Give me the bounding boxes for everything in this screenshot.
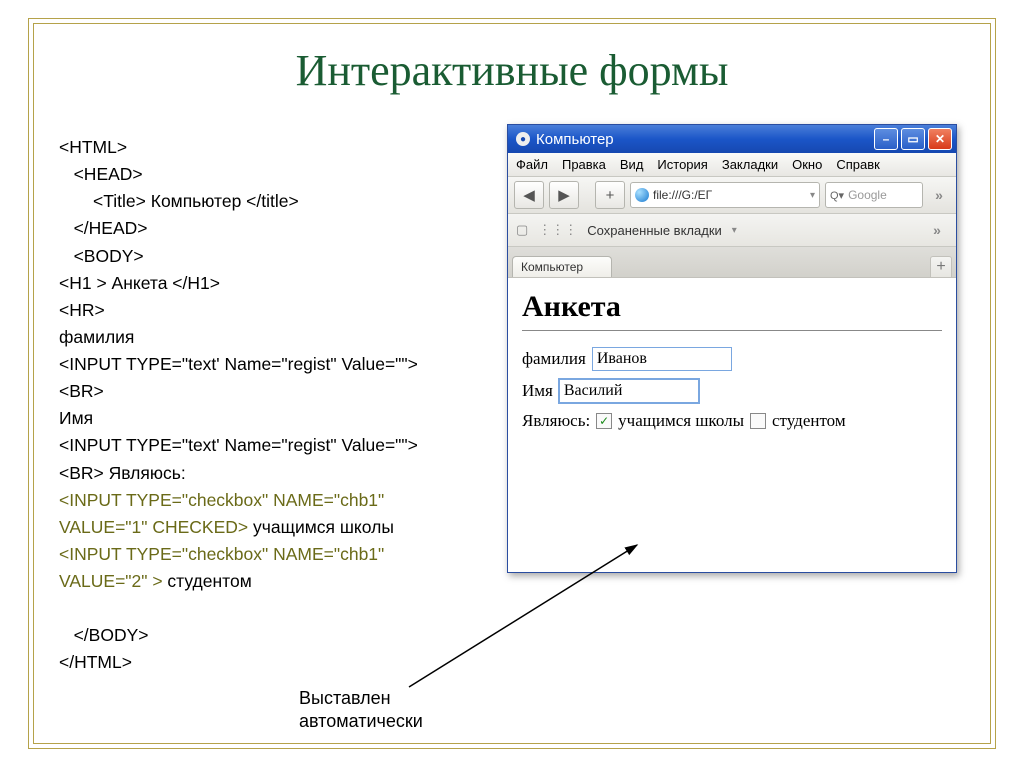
saved-tabs-dropdown-icon[interactable]: ▾: [732, 225, 737, 236]
code-line: <BR>: [59, 381, 104, 401]
code-line: <Title> Компьютер </title>: [59, 191, 299, 211]
grid-icon[interactable]: ⋮⋮⋮: [538, 222, 577, 238]
checkbox-school-label: учащимся школы: [618, 411, 744, 431]
code-line: <BR> Являюсь:: [59, 463, 186, 483]
code-line: Имя: [59, 408, 93, 428]
checkbox-student-label: студентом: [772, 411, 846, 431]
menu-edit[interactable]: Правка: [562, 157, 606, 172]
maximize-button[interactable]: ▭: [901, 128, 925, 150]
menu-bar: Файл Правка Вид История Закладки Окно Сп…: [508, 153, 956, 177]
page-divider: [522, 330, 942, 331]
nav-toolbar: ◀ ▶ + file:///G:/ЕГ ▾ Q▾ Google »: [508, 177, 956, 214]
book-icon[interactable]: ▢: [516, 222, 528, 238]
window-favicon: ●: [516, 132, 530, 146]
code-line-olive: VALUE="1" CHECKED>: [59, 517, 248, 537]
code-line: <H1 > Анкета </H1>: [59, 273, 220, 293]
code-line-olive: VALUE="2" >: [59, 571, 163, 591]
slide-frame: Интерактивные формы <HTML> <HEAD> <Title…: [28, 18, 996, 749]
annotation-line: Выставлен: [299, 688, 391, 708]
browser-window: ● Компьютер – ▭ ✕ Файл Правка Вид Истори…: [507, 124, 957, 573]
menu-file[interactable]: Файл: [516, 157, 548, 172]
iam-label: Являюсь:: [522, 411, 590, 431]
page-heading: Анкета: [522, 290, 942, 324]
new-tab-button[interactable]: +: [930, 256, 952, 277]
code-line: </HTML>: [59, 652, 132, 672]
code-line: </HEAD>: [59, 218, 148, 238]
tab-bar: Компьютер +: [508, 247, 956, 278]
code-line: </BODY>: [59, 625, 148, 645]
name-label: Имя: [522, 381, 553, 401]
code-line: <BODY>: [59, 246, 144, 266]
overflow-button-2[interactable]: »: [926, 218, 948, 242]
bookmarks-bar: ▢ ⋮⋮⋮ Сохраненные вкладки ▾ »: [508, 214, 956, 247]
search-box[interactable]: Q▾ Google: [825, 182, 923, 208]
code-line: <INPUT TYPE="text' Name="regist" Value="…: [59, 354, 418, 374]
code-line: <INPUT TYPE="text' Name="regist" Value="…: [59, 435, 418, 455]
annotation-text: Выставлен автоматически: [299, 687, 423, 732]
page-content: Анкета фамилия Имя Являюсь: ✓ учащимся ш…: [508, 278, 956, 572]
add-button[interactable]: +: [595, 181, 625, 209]
url-text: file:///G:/ЕГ: [653, 188, 712, 202]
window-title: Компьютер: [536, 131, 874, 148]
dropdown-icon[interactable]: ▾: [810, 190, 815, 201]
annotation-line: автоматически: [299, 711, 423, 731]
menu-view[interactable]: Вид: [620, 157, 644, 172]
minimize-button[interactable]: –: [874, 128, 898, 150]
close-button[interactable]: ✕: [928, 128, 952, 150]
name-row: Имя: [522, 379, 942, 403]
tab-active[interactable]: Компьютер: [512, 256, 612, 277]
name-input[interactable]: [559, 379, 699, 403]
checkbox-row: Являюсь: ✓ учащимся школы студентом: [522, 411, 942, 431]
code-line: фамилия: [59, 327, 134, 347]
search-icon: Q▾: [830, 189, 844, 202]
search-placeholder: Google: [848, 188, 887, 202]
forward-button[interactable]: ▶: [549, 181, 579, 209]
menu-history[interactable]: История: [657, 157, 707, 172]
checkbox-student[interactable]: [750, 413, 766, 429]
menu-bookmarks[interactable]: Закладки: [722, 157, 778, 172]
content-row: <HTML> <HEAD> <Title> Компьютер </title>…: [59, 124, 965, 677]
surname-input[interactable]: [592, 347, 732, 371]
surname-label: фамилия: [522, 349, 586, 369]
code-line: <HEAD>: [59, 164, 143, 184]
checkbox-school[interactable]: ✓: [596, 413, 612, 429]
code-line: студентом: [163, 571, 252, 591]
code-line-olive: <INPUT TYPE="checkbox" NAME="chb1": [59, 490, 389, 510]
slide-title: Интерактивные формы: [59, 45, 965, 96]
overflow-button-1[interactable]: »: [928, 183, 950, 207]
menu-help[interactable]: Справк: [836, 157, 879, 172]
code-listing: <HTML> <HEAD> <Title> Компьютер </title>…: [59, 124, 489, 677]
code-line-olive: <INPUT TYPE="checkbox" NAME="chb1": [59, 544, 389, 564]
saved-tabs-link[interactable]: Сохраненные вкладки: [587, 223, 721, 238]
browser-screenshot: ● Компьютер – ▭ ✕ Файл Правка Вид Истори…: [507, 124, 957, 677]
window-buttons: – ▭ ✕: [874, 128, 952, 150]
back-button[interactable]: ◀: [514, 181, 544, 209]
code-line: <HTML>: [59, 137, 127, 157]
code-line: учащимся школы: [248, 517, 394, 537]
globe-icon: [635, 188, 649, 202]
menu-window[interactable]: Окно: [792, 157, 822, 172]
window-titlebar: ● Компьютер – ▭ ✕: [508, 125, 956, 153]
code-line: <HR>: [59, 300, 105, 320]
address-bar[interactable]: file:///G:/ЕГ ▾: [630, 182, 820, 208]
surname-row: фамилия: [522, 347, 942, 371]
